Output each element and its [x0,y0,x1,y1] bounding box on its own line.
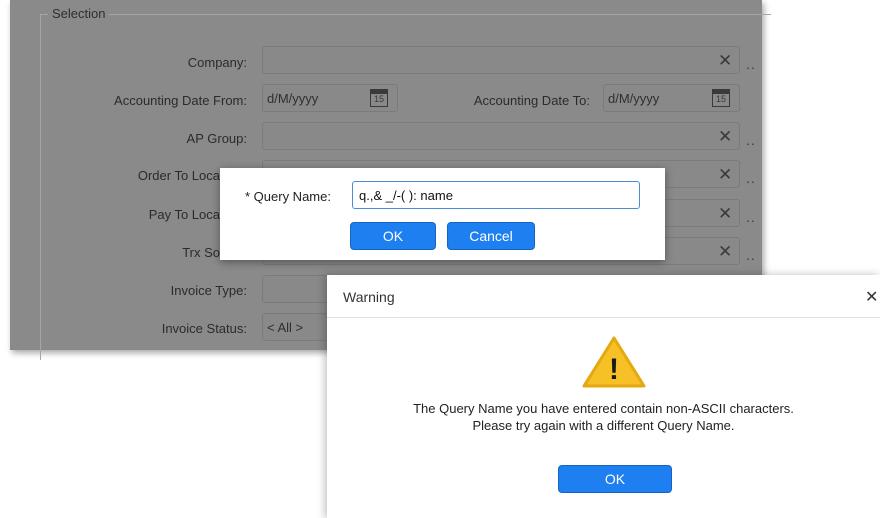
warning-title: Warning [343,289,395,305]
order-to-lookup-button[interactable]: .. [746,170,756,186]
pay-to-location-label: Pay To Loca [148,207,220,222]
acc-date-to-calendar-icon[interactable]: 15 [712,89,730,107]
invoice-status-label: Invoice Status: [161,321,247,336]
warning-message-line1: The Query Name you have entered contain … [413,401,794,416]
pay-to-clear-icon[interactable]: ✕ [718,205,732,222]
warning-ok-button[interactable]: OK [558,465,672,493]
acc-date-to-label: Accounting Date To: [473,93,590,108]
acc-date-from-placeholder: d/M/yyyy [267,91,319,106]
ap-group-input[interactable] [262,122,740,150]
query-name-input[interactable] [352,181,640,209]
invoice-type-label: Invoice Type: [170,283,247,298]
ap-group-label: AP Group: [186,131,247,146]
acc-date-from-calendar-icon[interactable]: 15 [370,89,388,107]
warning-divider [327,317,880,318]
company-clear-icon[interactable]: ✕ [718,52,732,69]
invoice-status-value: < All > [267,320,304,335]
warning-icon-glyph: ! [609,353,619,386]
query-ok-button[interactable]: OK [350,222,436,250]
trx-source-lookup-button[interactable]: .. [746,247,756,263]
company-label: Company: [187,55,247,70]
warning-icon: ! [582,336,646,388]
warning-dialog: Warning ✕ ! The Query Name you have ente… [327,275,880,518]
acc-date-to-placeholder: d/M/yyyy [608,91,660,106]
trx-source-label: Trx So [182,245,220,260]
ap-group-clear-icon[interactable]: ✕ [718,128,732,145]
query-name-label: * Query Name: [245,189,331,204]
company-input[interactable] [262,46,740,74]
query-name-dialog: * Query Name: OK Cancel [220,168,665,260]
calendar-day: 15 [715,94,726,104]
order-to-clear-icon[interactable]: ✕ [718,166,732,183]
calendar-day: 15 [373,94,384,104]
ap-group-lookup-button[interactable]: .. [746,132,756,148]
selection-legend: Selection [48,6,110,21]
company-lookup-button[interactable]: .. [746,56,756,72]
close-icon[interactable]: ✕ [865,287,878,307]
pay-to-lookup-button[interactable]: .. [746,209,756,225]
order-to-location-label: Order To Loca [137,168,220,183]
warning-message-line2: Please try again with a different Query … [472,418,735,433]
trx-source-clear-icon[interactable]: ✕ [718,243,732,260]
query-cancel-button[interactable]: Cancel [447,222,535,250]
acc-date-from-label: Accounting Date From: [114,93,247,108]
